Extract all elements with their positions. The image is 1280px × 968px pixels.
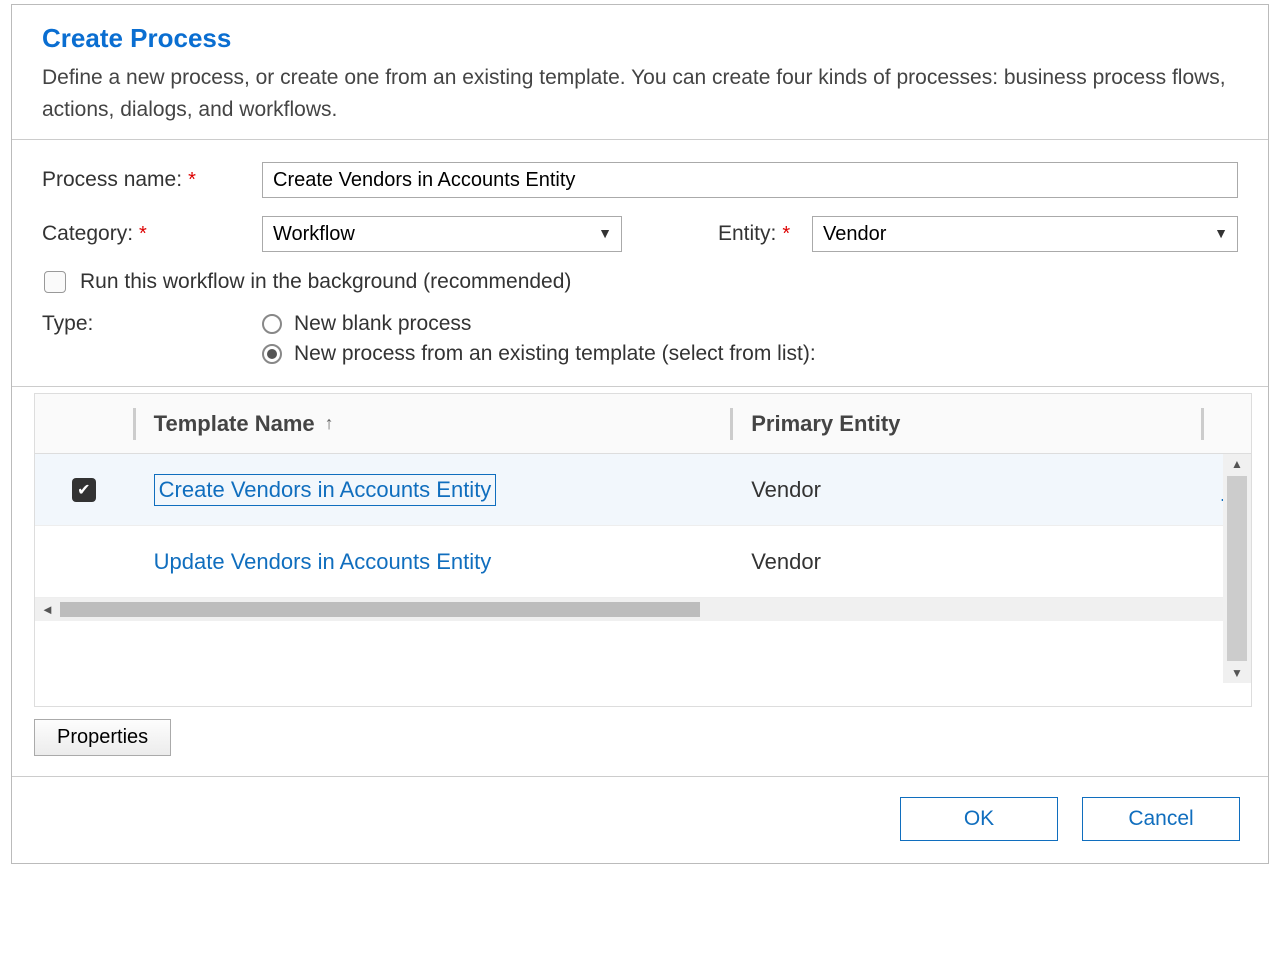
process-name-input[interactable] <box>262 162 1238 198</box>
form-area: Process name: * Category: * Workflow ▼ E… <box>12 140 1268 386</box>
col-template-label: Template Name <box>154 411 315 437</box>
required-icon: * <box>188 169 196 192</box>
template-grid: Template Name ↑ Primary Entity ✔ Create … <box>34 393 1252 707</box>
entity-select-button[interactable]: Vendor <box>812 216 1238 252</box>
radio-from-template[interactable]: New process from an existing template (s… <box>262 342 816 366</box>
grid-footer-spacer <box>35 621 1251 706</box>
scroll-thumb[interactable] <box>1227 476 1247 661</box>
process-name-label-text: Process name: <box>42 168 182 192</box>
category-select-button[interactable]: Workflow <box>262 216 622 252</box>
radio-icon[interactable] <box>262 344 282 364</box>
column-separator <box>730 408 733 440</box>
properties-button[interactable]: Properties <box>34 719 171 756</box>
checkbox-checked-icon[interactable]: ✔ <box>72 478 96 502</box>
grid-body: ✔ Create Vendors in Accounts Entity Vend… <box>35 454 1251 598</box>
properties-row: Properties <box>12 715 1268 776</box>
row-checkbox-cell[interactable]: ✔ <box>35 478 133 502</box>
column-separator <box>1201 408 1204 440</box>
dialog-title: Create Process <box>42 23 1238 54</box>
table-row[interactable]: ✔ Create Vendors in Accounts Entity Vend… <box>35 454 1251 526</box>
grid-header: Template Name ↑ Primary Entity <box>35 394 1251 454</box>
scroll-up-icon[interactable]: ▲ <box>1231 454 1243 474</box>
horizontal-scrollbar[interactable]: ◄ ► <box>35 598 1251 621</box>
cancel-button[interactable]: Cancel <box>1082 797 1240 841</box>
type-row: Type: New blank process New process from… <box>42 312 1238 366</box>
primary-entity-cell: Vendor <box>751 477 1201 503</box>
category-select[interactable]: Workflow ▼ <box>262 216 622 252</box>
dialog-description: Define a new process, or create one from… <box>42 62 1238 125</box>
dialog-header: Create Process Define a new process, or … <box>12 5 1268 139</box>
sort-ascending-icon: ↑ <box>325 413 334 434</box>
column-separator <box>133 408 136 440</box>
radio-blank-process[interactable]: New blank process <box>262 312 816 336</box>
template-link[interactable]: Create Vendors in Accounts Entity <box>154 474 497 506</box>
entity-label: Entity: * <box>622 222 812 246</box>
template-name-cell[interactable]: Create Vendors in Accounts Entity <box>154 474 731 506</box>
col-template-name-header[interactable]: Template Name ↑ <box>154 411 731 437</box>
background-checkbox[interactable] <box>44 271 66 293</box>
entity-value: Vendor <box>823 223 886 245</box>
category-label: Category: * <box>42 222 262 246</box>
dialog-footer: OK Cancel <box>12 776 1268 863</box>
create-process-dialog: Create Process Define a new process, or … <box>11 4 1269 864</box>
vertical-scrollbar[interactable]: ▲ ▼ <box>1223 454 1251 683</box>
primary-entity-cell: Vendor <box>751 549 1201 575</box>
category-label-text: Category: <box>42 222 133 246</box>
col-primary-entity-header[interactable]: Primary Entity <box>751 411 1201 437</box>
template-link[interactable]: Update Vendors in Accounts Entity <box>154 549 492 575</box>
entity-select[interactable]: Vendor ▼ <box>812 216 1238 252</box>
process-name-row: Process name: * <box>42 162 1238 198</box>
radio-blank-label: New blank process <box>294 312 471 336</box>
col-entity-label: Primary Entity <box>751 411 900 436</box>
category-value: Workflow <box>273 223 355 245</box>
type-radio-group: New blank process New process from an ex… <box>262 312 816 366</box>
radio-icon[interactable] <box>262 314 282 334</box>
entity-label-text: Entity: <box>718 222 776 246</box>
category-entity-row: Category: * Workflow ▼ Entity: * Vendor … <box>42 216 1238 252</box>
background-checkbox-row[interactable]: Run this workflow in the background (rec… <box>44 270 1238 294</box>
type-label: Type: <box>42 312 262 336</box>
required-icon: * <box>782 223 790 246</box>
ok-button[interactable]: OK <box>900 797 1058 841</box>
scroll-thumb[interactable] <box>60 602 700 617</box>
table-row[interactable]: Update Vendors in Accounts Entity Vendor… <box>35 526 1251 598</box>
scroll-left-icon[interactable]: ◄ <box>35 602 60 617</box>
required-icon: * <box>139 223 147 246</box>
process-name-label: Process name: * <box>42 168 262 192</box>
template-name-cell[interactable]: Update Vendors in Accounts Entity <box>154 549 731 575</box>
scroll-down-icon[interactable]: ▼ <box>1231 663 1243 683</box>
radio-template-label: New process from an existing template (s… <box>294 342 816 366</box>
background-label: Run this workflow in the background (rec… <box>80 270 571 294</box>
divider <box>12 386 1268 387</box>
